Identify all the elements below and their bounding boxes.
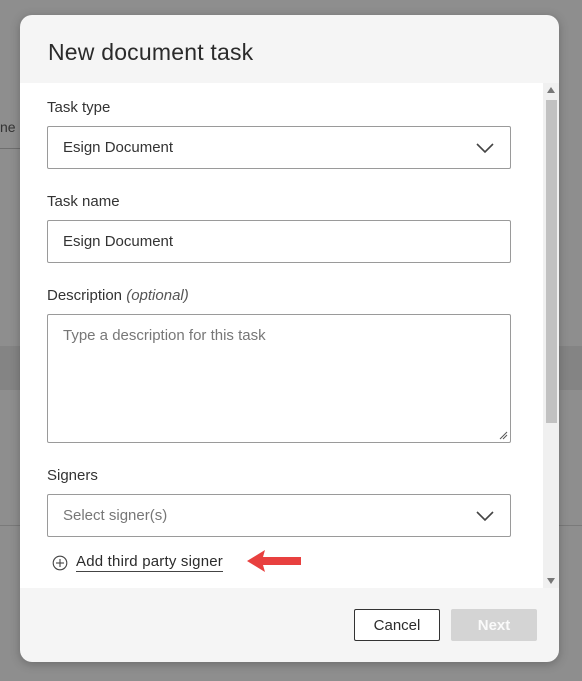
cancel-button[interactable]: Cancel: [354, 609, 440, 641]
description-textarea[interactable]: Type a description for this task: [47, 314, 511, 443]
scroll-thumb[interactable]: [546, 100, 557, 423]
background-divider: [559, 525, 582, 526]
background-band: [559, 346, 582, 390]
dialog-scrollbar[interactable]: [543, 83, 559, 588]
description-label-text: Description: [47, 287, 123, 304]
new-document-task-dialog: New document task Task type Esign Docume…: [20, 15, 559, 662]
signers-placeholder: Select signer(s): [63, 507, 168, 524]
background-tab-fragment: ne: [0, 119, 16, 135]
red-arrow-annotation-icon: [247, 550, 301, 572]
task-type-select[interactable]: Esign Document: [47, 126, 511, 169]
signers-select[interactable]: Select signer(s): [47, 494, 511, 537]
scroll-down-arrow-icon[interactable]: [547, 578, 555, 584]
task-name-label: Task name: [47, 193, 120, 210]
optional-tag: (optional): [126, 287, 189, 304]
background-band: [0, 346, 20, 390]
scroll-up-arrow-icon[interactable]: [547, 87, 555, 93]
task-type-label: Task type: [47, 99, 111, 116]
plus-circle-icon: [52, 555, 68, 571]
task-name-value: Esign Document: [63, 233, 174, 250]
background-divider: [0, 525, 20, 526]
signers-label: Signers: [47, 467, 98, 484]
chevron-down-icon: [476, 511, 494, 522]
dialog-title: New document task: [48, 39, 254, 65]
task-type-value: Esign Document: [63, 139, 174, 156]
dialog-body: Task type Esign Document Task name Esign…: [20, 83, 559, 588]
description-placeholder: Type a description for this task: [63, 327, 266, 344]
next-button[interactable]: Next: [451, 609, 537, 641]
task-name-input[interactable]: Esign Document: [47, 220, 511, 263]
resize-grip-icon[interactable]: [498, 430, 508, 440]
add-third-party-signer-label: Add third party signer: [76, 553, 223, 572]
background-divider: [0, 148, 20, 149]
chevron-down-icon: [476, 143, 494, 154]
description-label: Description (optional): [47, 287, 189, 304]
